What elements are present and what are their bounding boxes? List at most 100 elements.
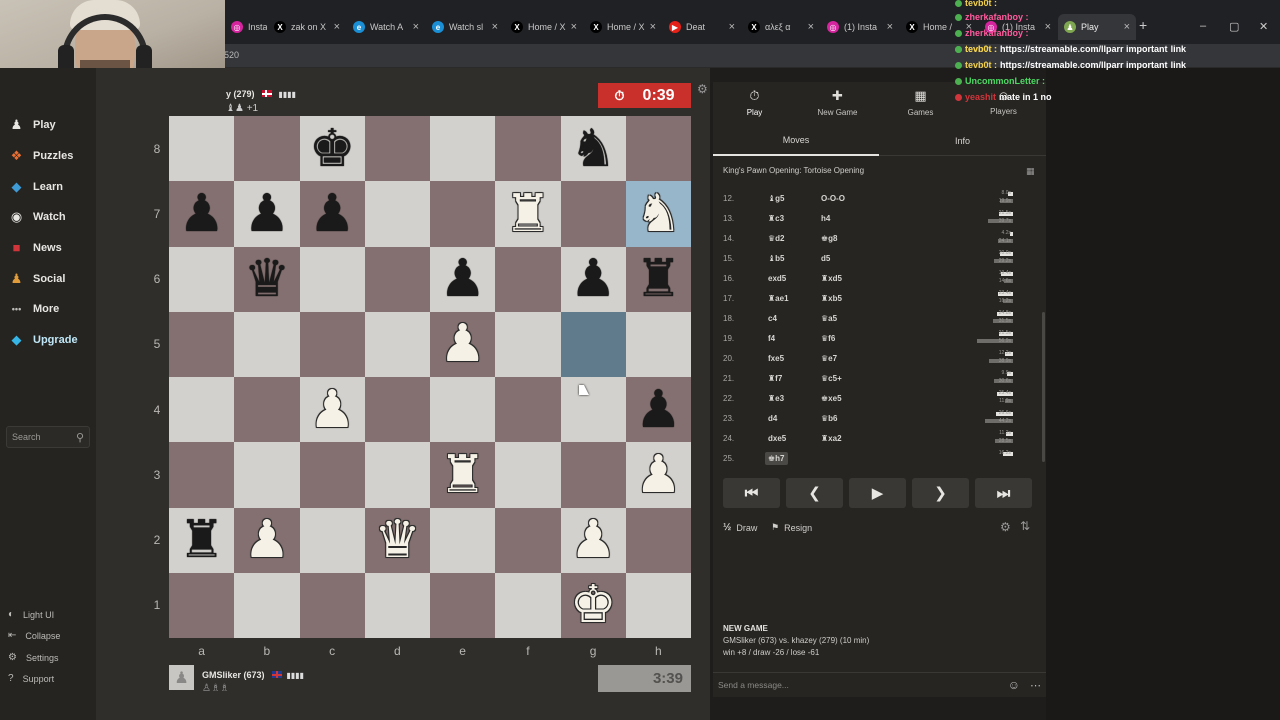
white-move[interactable]: ♝b5	[768, 254, 785, 263]
square-g2[interactable]: ♟	[560, 507, 626, 573]
square-e8[interactable]	[430, 116, 496, 182]
previous-move-button[interactable]: ❮	[786, 478, 843, 508]
square-e6[interactable]: ♟	[430, 246, 496, 312]
white-move[interactable]: ♜f7	[768, 374, 782, 383]
black-move[interactable]: ♛c5+	[821, 374, 842, 383]
white-pawn-icon[interactable]: ♟	[439, 318, 486, 370]
white-pawn-icon[interactable]: ♟	[244, 514, 291, 566]
white-move[interactable]: c4	[768, 314, 777, 323]
close-tab-icon[interactable]: ×	[650, 21, 656, 33]
square-b3[interactable]	[234, 442, 300, 508]
first-move-button[interactable]: ⏮	[723, 478, 780, 508]
square-d6[interactable]	[364, 246, 430, 312]
square-b4[interactable]	[234, 377, 300, 443]
gear-icon[interactable]: ⚙	[697, 82, 708, 96]
square-f2[interactable]	[495, 507, 561, 573]
square-h8[interactable]	[625, 116, 691, 182]
sidebar-footer-light-ui[interactable]: ◐ Light UI	[8, 609, 54, 620]
emoji-icon[interactable]: ☺	[1008, 678, 1020, 692]
tab-games[interactable]: ▦ Games	[879, 82, 962, 122]
square-e3[interactable]: ♜	[430, 442, 496, 508]
white-pawn-icon[interactable]: ♟	[635, 449, 682, 501]
square-a8[interactable]	[169, 116, 235, 182]
browser-tab[interactable]: ◎Insta×	[225, 14, 267, 40]
black-move[interactable]: ♚xe5	[821, 394, 842, 403]
black-move[interactable]: ♚g8	[821, 234, 838, 243]
sidebar-item-more[interactable]: ••• More	[8, 300, 60, 317]
bottom-player-name[interactable]: GMSliker (673)	[202, 670, 265, 680]
browser-tab[interactable]: ▶ Deat ×	[663, 14, 741, 40]
square-b2[interactable]: ♟	[234, 507, 300, 573]
square-h3[interactable]: ♟	[625, 442, 691, 508]
black-move[interactable]: ♛e7	[821, 354, 837, 363]
black-knight-icon[interactable]: ♞	[570, 123, 617, 175]
black-move[interactable]: ♛a5	[821, 314, 837, 323]
white-pawn-icon[interactable]: ♟	[570, 514, 617, 566]
close-tab-icon[interactable]: ×	[492, 21, 498, 33]
chat-input[interactable]: Send a message... ☺ ⋯	[713, 672, 1046, 697]
square-h6[interactable]: ♜	[625, 246, 691, 312]
square-c7[interactable]: ♟	[299, 181, 365, 247]
search-input[interactable]: Search ⚲	[6, 426, 90, 448]
tab-new-game[interactable]: ✚ New Game	[796, 82, 879, 122]
square-a7[interactable]: ♟	[169, 181, 235, 247]
tab-info[interactable]: Info	[879, 126, 1046, 156]
square-a5[interactable]	[169, 311, 235, 377]
move-list-scrollbar[interactable]	[1042, 312, 1045, 462]
square-a3[interactable]	[169, 442, 235, 508]
square-e2[interactable]	[430, 507, 496, 573]
white-move[interactable]: dxe5	[768, 434, 786, 443]
browser-tab[interactable]: ◎ (1) Insta ×	[821, 14, 899, 40]
square-c8[interactable]: ♚	[299, 116, 365, 182]
tab-play[interactable]: ⏱ Play	[713, 82, 796, 122]
browser-tab[interactable]: e Watch sl ×	[426, 14, 504, 40]
browser-tab[interactable]: e Watch A ×	[347, 14, 425, 40]
black-move[interactable]: ♜xb5	[821, 294, 842, 303]
browser-tab[interactable]: X Home / X ×	[505, 14, 583, 40]
black-pawn-icon[interactable]: ♟	[244, 188, 291, 240]
square-b1[interactable]	[234, 572, 300, 638]
black-move[interactable]: O-O-O	[821, 194, 845, 203]
square-c6[interactable]	[299, 246, 365, 312]
white-rook-icon[interactable]: ♜	[505, 188, 552, 240]
close-window-icon[interactable]: ✕	[1259, 20, 1268, 33]
square-f8[interactable]	[495, 116, 561, 182]
white-move[interactable]: ♜c3	[768, 214, 784, 223]
square-d5[interactable]	[364, 311, 430, 377]
sidebar-item-news[interactable]: ■ News	[8, 239, 62, 256]
last-move-button[interactable]: ⏭	[975, 478, 1032, 508]
close-tab-icon[interactable]: ×	[413, 21, 419, 33]
square-b8[interactable]	[234, 116, 300, 182]
play-button[interactable]: ▶	[849, 478, 906, 508]
square-h1[interactable]	[625, 572, 691, 638]
square-d8[interactable]	[364, 116, 430, 182]
black-move[interactable]: ♛b6	[821, 414, 838, 423]
square-c5[interactable]	[299, 311, 365, 377]
white-move[interactable]: exd5	[768, 274, 786, 283]
tab-moves[interactable]: Moves	[713, 126, 879, 156]
square-e5[interactable]: ♟	[430, 311, 496, 377]
square-g4[interactable]	[560, 377, 626, 443]
black-queen-icon[interactable]: ♛	[244, 253, 291, 305]
square-a2[interactable]: ♜	[169, 507, 235, 573]
black-king-icon[interactable]: ♚	[309, 123, 356, 175]
square-c2[interactable]	[299, 507, 365, 573]
square-f3[interactable]	[495, 442, 561, 508]
sidebar-item-upgrade[interactable]: ◆ Upgrade	[8, 331, 78, 348]
square-a4[interactable]	[169, 377, 235, 443]
close-tab-icon[interactable]: ×	[1124, 21, 1130, 33]
sidebar-footer-support[interactable]: ? Support	[8, 673, 54, 684]
close-tab-icon[interactable]: ×	[887, 21, 893, 33]
square-d4[interactable]	[364, 377, 430, 443]
white-move[interactable]: ♚h7	[765, 451, 788, 465]
square-f6[interactable]	[495, 246, 561, 312]
black-move[interactable]: ♛f6	[821, 334, 835, 343]
white-rook-icon[interactable]: ♜	[439, 449, 486, 501]
white-move[interactable]: f4	[768, 334, 775, 343]
sidebar-item-play[interactable]: ♟ Play	[8, 116, 56, 133]
black-pawn-icon[interactable]: ♟	[178, 188, 225, 240]
square-h2[interactable]	[625, 507, 691, 573]
white-move[interactable]: ♜e3	[768, 394, 784, 403]
maximize-icon[interactable]: ▢	[1229, 20, 1239, 33]
black-move[interactable]: ♜xd5	[821, 274, 842, 283]
